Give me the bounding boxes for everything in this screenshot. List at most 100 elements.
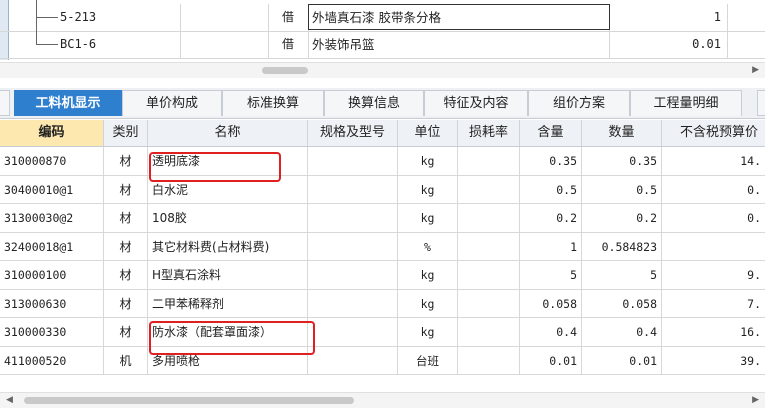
header-spec[interactable]: 规格及型号: [308, 120, 398, 146]
cell-category[interactable]: 材: [104, 289, 148, 318]
cell-content[interactable]: 0.2: [520, 204, 582, 232]
cell-spec[interactable]: [308, 346, 398, 375]
cell-loss-rate[interactable]: [458, 318, 520, 346]
cell-quantity[interactable]: 0.058: [582, 289, 662, 318]
cell-price-ex-tax[interactable]: 0.: [662, 204, 765, 232]
cell-quantity[interactable]: 0.2: [582, 204, 662, 232]
header-quantity[interactable]: 数量: [582, 120, 662, 146]
cell-unit[interactable]: kg: [398, 204, 458, 232]
scroll-right-icon[interactable]: ▶: [752, 394, 759, 407]
cell-price-ex-tax[interactable]: 39.: [662, 347, 765, 375]
header-code[interactable]: 编码: [0, 120, 104, 146]
cell-price-ex-tax[interactable]: 16.: [662, 318, 765, 346]
tree-row[interactable]: BC1-6 借 外装饰吊篮 0.01: [0, 31, 765, 59]
cell-price-ex-tax[interactable]: 9.: [662, 261, 765, 289]
tab-unit-price-composition[interactable]: 单价构成: [122, 90, 222, 116]
cell-loss-rate[interactable]: [458, 147, 520, 175]
table-row[interactable]: 411000520 机多用喷枪 台班 0.01 0.01 39.: [0, 346, 765, 375]
cell-unit[interactable]: 台班: [398, 346, 458, 375]
cell-unit[interactable]: kg: [398, 261, 458, 289]
cell-unit[interactable]: kg: [398, 175, 458, 204]
cell-spec[interactable]: [308, 261, 398, 289]
grid-horizontal-scrollbar[interactable]: ◀ ▶: [0, 392, 765, 408]
cell-spec[interactable]: [308, 318, 398, 346]
cell-code[interactable]: 310000100: [0, 261, 104, 289]
cell-name[interactable]: 白水泥: [148, 175, 308, 204]
cell-category[interactable]: 材: [104, 232, 148, 261]
table-row[interactable]: 313000630 材二甲苯稀释剂 kg 0.058 0.058 7.: [0, 289, 765, 318]
cell-name[interactable]: 透明底漆: [148, 147, 308, 175]
cell-loss-rate[interactable]: [458, 232, 520, 261]
cell-unit[interactable]: kg: [398, 289, 458, 318]
cell-content[interactable]: 5: [520, 261, 582, 289]
cell-loss-rate[interactable]: [458, 261, 520, 289]
cell-spec[interactable]: [308, 289, 398, 318]
cell-category[interactable]: 材: [104, 147, 148, 175]
cell-name[interactable]: 多用喷枪: [148, 346, 308, 375]
cell-quantity[interactable]: 0.584823: [582, 232, 662, 261]
table-row[interactable]: 310000330 材防水漆（配套罩面漆） kg 0.4 0.4 16.: [0, 318, 765, 347]
cell-loss-rate[interactable]: [458, 346, 520, 375]
cell-content[interactable]: 0.01: [520, 346, 582, 375]
scroll-left-icon[interactable]: ◀: [6, 394, 13, 407]
cell-unit[interactable]: %: [398, 232, 458, 261]
scrollbar-thumb[interactable]: [262, 67, 308, 74]
cell-spec[interactable]: [308, 147, 398, 175]
cell-quantity[interactable]: 0.4: [582, 318, 662, 346]
cell-quantity[interactable]: 5: [582, 261, 662, 289]
cell-category[interactable]: 材: [104, 261, 148, 289]
cell-loss-rate[interactable]: [458, 175, 520, 204]
cell-name[interactable]: 防水漆（配套罩面漆）: [148, 318, 308, 346]
cell-code[interactable]: 313000630: [0, 289, 104, 318]
cell-quantity[interactable]: 0.01: [582, 346, 662, 375]
scrollbar-thumb[interactable]: [24, 397, 354, 404]
scroll-right-icon[interactable]: ▶: [752, 64, 759, 77]
cell-price-ex-tax[interactable]: 7.: [662, 290, 765, 318]
cell-content[interactable]: 0.058: [520, 289, 582, 318]
tree-row-name[interactable]: 外装饰吊篮: [308, 31, 610, 58]
cell-code[interactable]: 31300030@2: [0, 204, 104, 232]
cell-quantity[interactable]: 0.5: [582, 175, 662, 204]
top-horizontal-scrollbar[interactable]: ▶: [0, 62, 765, 78]
cell-spec[interactable]: [308, 175, 398, 204]
tab-features-content[interactable]: 特征及内容: [424, 90, 528, 116]
table-row[interactable]: 32400018@1 材其它材料费(占材料费)% 1 0.584823: [0, 232, 765, 261]
cell-price-ex-tax[interactable]: 0.: [662, 176, 765, 204]
cell-content[interactable]: 0.35: [520, 147, 582, 175]
cell-unit[interactable]: kg: [398, 318, 458, 346]
cell-code[interactable]: 32400018@1: [0, 232, 104, 261]
tab-pricing-scheme[interactable]: 组价方案: [528, 90, 630, 116]
header-content[interactable]: 含量: [520, 120, 582, 146]
cell-category[interactable]: 材: [104, 204, 148, 232]
cell-content[interactable]: 0.4: [520, 318, 582, 346]
cell-loss-rate[interactable]: [458, 289, 520, 318]
cell-loss-rate[interactable]: [458, 204, 520, 232]
cell-category[interactable]: 机: [104, 346, 148, 375]
header-unit[interactable]: 单位: [398, 120, 458, 146]
cell-name[interactable]: 其它材料费(占材料费): [148, 232, 308, 261]
table-row[interactable]: 31300030@2 材 108胶 kg 0.2 0.2 0.: [0, 204, 765, 233]
cell-code[interactable]: 310000330: [0, 318, 104, 346]
cell-content[interactable]: 1: [520, 232, 582, 261]
cell-code[interactable]: 310000870: [0, 147, 104, 175]
tab-standard-conversion[interactable]: 标准换算: [222, 90, 324, 116]
tab-conversion-info[interactable]: 换算信息: [324, 90, 424, 116]
header-category[interactable]: 类别: [104, 120, 148, 146]
table-row[interactable]: 30400010@1 材白水泥 kg 0.5 0.5 0.: [0, 175, 765, 204]
cell-category[interactable]: 材: [104, 318, 148, 346]
tab-labor-material-machine[interactable]: 工料机显示: [14, 90, 122, 116]
header-price-ex-tax[interactable]: 不含税预算价: [662, 120, 765, 146]
cell-unit[interactable]: kg: [398, 147, 458, 175]
cell-category[interactable]: 材: [104, 175, 148, 204]
cell-spec[interactable]: [308, 204, 398, 232]
cell-name[interactable]: H型真石涂料: [148, 261, 308, 289]
cell-spec[interactable]: [308, 232, 398, 261]
cell-price-ex-tax[interactable]: 14.: [662, 147, 765, 175]
cell-name[interactable]: 108胶: [148, 204, 308, 232]
cell-code[interactable]: 411000520: [0, 346, 104, 375]
header-name[interactable]: 名称: [148, 120, 308, 146]
cell-code[interactable]: 30400010@1: [0, 175, 104, 204]
cell-price-ex-tax[interactable]: [662, 233, 765, 261]
tab-quantity-details[interactable]: 工程量明细: [630, 90, 742, 116]
cell-content[interactable]: 0.5: [520, 175, 582, 204]
